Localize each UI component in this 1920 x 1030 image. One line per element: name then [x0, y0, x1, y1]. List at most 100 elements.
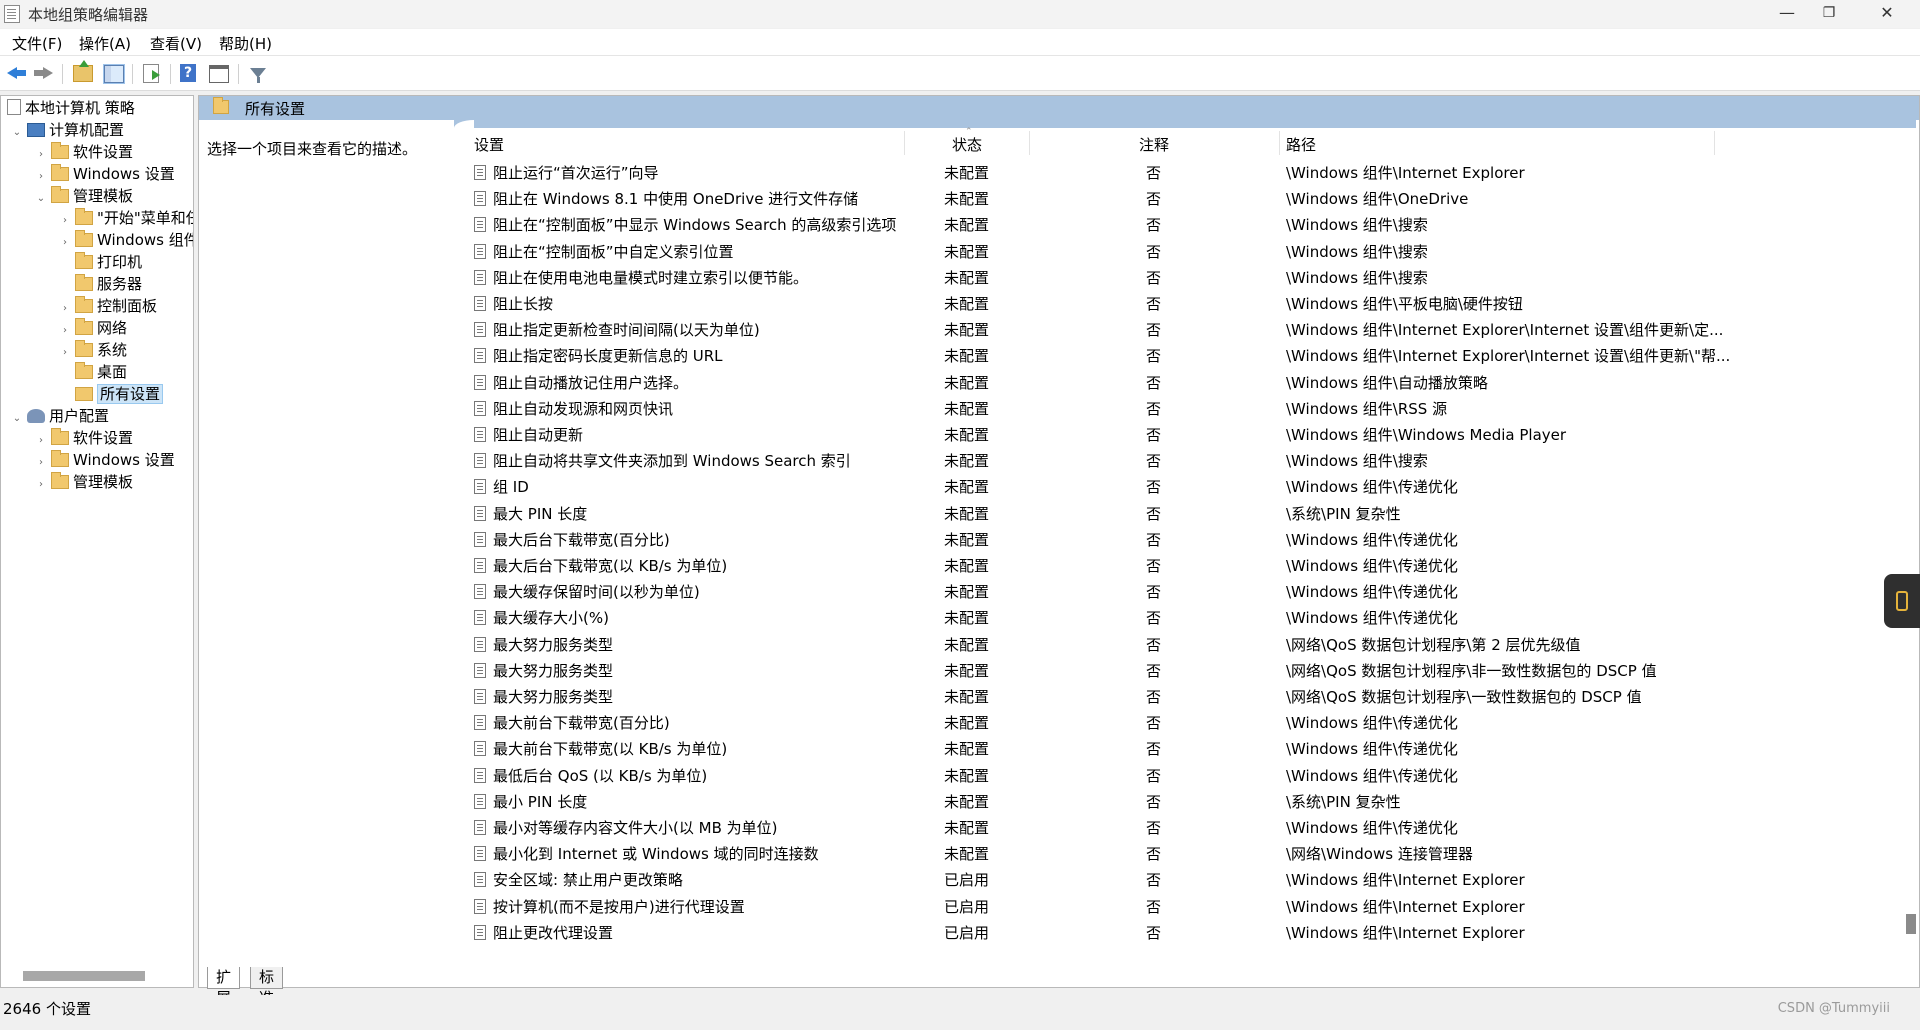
setting-name: 阻止在 Windows 8.1 中使用 OneDrive 进行文件存储 — [493, 190, 859, 209]
column-header-state[interactable]: 状态 — [952, 134, 982, 155]
tab-standard[interactable]: 标准 — [250, 967, 284, 1007]
table-row[interactable]: 阻止在“控制面板”中自定义索引位置 未配置 否 \Windows 组件\搜索 — [199, 239, 1899, 265]
forward-arrow-icon[interactable] — [33, 62, 55, 84]
list-vertical-scrollbar[interactable] — [1901, 128, 1919, 956]
tree-node-printers[interactable]: 打印机 — [59, 251, 142, 273]
tree-node-windows-components[interactable]: › Windows 组件 — [59, 229, 193, 251]
menu-file[interactable]: 文件(F) — [12, 33, 62, 54]
setting-name: 最大缓存保留时间(以秒为单位) — [493, 583, 700, 602]
tree-node-server[interactable]: 服务器 — [59, 273, 142, 295]
table-row[interactable]: 最大努力服务类型 未配置 否 \网络\QoS 数据包计划程序\第 2 层优先级值 — [199, 632, 1899, 658]
back-arrow-icon[interactable] — [5, 62, 27, 84]
column-divider[interactable] — [1279, 131, 1280, 155]
tree-node-system[interactable]: › 系统 — [59, 339, 127, 361]
table-row[interactable]: 最小 PIN 长度 未配置 否 \系统\PIN 复杂性 — [199, 789, 1899, 815]
table-row[interactable]: 最小化到 Internet 或 Windows 域的同时连接数 未配置 否 \网络\W… — [199, 841, 1899, 867]
table-row[interactable]: 阻止运行“首次运行”向导 未配置 否 \Windows 组件\Internet Exp… — [199, 160, 1899, 186]
settings-count: 2646 个设置 — [3, 1000, 91, 1018]
tree-node-user-windows-settings[interactable]: › Windows 设置 — [35, 449, 175, 471]
tree-node-start-menu[interactable]: › "开始"菜单和任 — [59, 207, 193, 229]
scrollbar-thumb[interactable] — [1906, 914, 1916, 934]
table-row[interactable]: 最大前台下载带宽(百分比) 未配置 否 \Windows 组件\传递优化 — [199, 710, 1899, 736]
expand-chevron-icon[interactable]: › — [35, 474, 47, 496]
menu-help[interactable]: 帮助(H) — [219, 33, 272, 54]
setting-comment: 否 — [1146, 321, 1162, 340]
tree-horizontal-scrollbar[interactable] — [1, 963, 193, 987]
collapse-chevron-icon[interactable]: ⌄ — [11, 122, 23, 144]
export-list-icon[interactable] — [143, 64, 160, 83]
setting-path: \Windows 组件\传递优化 — [1286, 766, 1458, 785]
table-row[interactable]: 组 ID 未配置 否 \Windows 组件\传递优化 — [199, 474, 1899, 500]
column-header-setting[interactable]: 设置 — [474, 134, 504, 155]
tree-node-desktop[interactable]: 桌面 — [59, 361, 127, 383]
pane-title: 所有设置 — [245, 100, 306, 118]
table-row[interactable]: 最大缓存大小(%) 未配置 否 \Windows 组件\传递优化 — [199, 605, 1899, 631]
table-row[interactable]: 最大前台下载带宽(以 KB/s 为单位) 未配置 否 \Windows 组件\传递优化 — [199, 736, 1899, 762]
tree-node-software-settings[interactable]: › 软件设置 — [35, 141, 133, 163]
table-row[interactable]: 最大努力服务类型 未配置 否 \网络\QoS 数据包计划程序\一致性数据包的 DSCP… — [199, 684, 1899, 710]
setting-path: \Windows 组件\Internet Explorer\Internet 设… — [1286, 321, 1724, 340]
tree-node-user-admin-templates[interactable]: › 管理模板 — [35, 471, 133, 493]
tree-node-all-settings[interactable]: 所有设置 — [59, 383, 164, 405]
table-row[interactable]: 最小对等缓存内容文件大小(以 MB 为单位) 未配置 否 \Windows 组件\传递… — [199, 815, 1899, 841]
setting-path: \Windows 组件\Internet Explorer — [1286, 897, 1525, 916]
folder-icon — [75, 318, 93, 335]
table-row[interactable]: 阻止指定密码长度更新信息的 URL 未配置 否 \Windows 组件\Interne… — [199, 343, 1899, 369]
column-divider[interactable] — [904, 131, 905, 155]
filter-icon[interactable] — [248, 62, 270, 84]
collapse-chevron-icon[interactable]: ⌄ — [11, 408, 23, 430]
tree-node-control-panel[interactable]: › 控制面板 — [59, 295, 157, 317]
collapse-chevron-icon[interactable]: ⌄ — [35, 188, 47, 210]
tree-node-root[interactable]: 本地计算机 策略 — [3, 97, 135, 119]
table-row[interactable]: 阻止自动将共享文件夹添加到 Windows Search 索引 未配置 否 \Wind… — [199, 448, 1899, 474]
setting-state: 未配置 — [944, 190, 990, 209]
table-row[interactable]: 最大后台下载带宽(以 KB/s 为单位) 未配置 否 \Windows 组件\传递优化 — [199, 553, 1899, 579]
tree-node-user-config[interactable]: ⌄ 用户配置 — [11, 405, 109, 427]
menu-view[interactable]: 查看(V) — [150, 33, 202, 54]
tree-node-admin-templates[interactable]: ⌄ 管理模板 — [35, 185, 133, 207]
help-icon[interactable]: ? — [180, 64, 196, 82]
minimize-button[interactable]: — — [1764, 0, 1810, 28]
table-row[interactable]: 安全区域: 禁止用户更改策略 已启用 否 \Windows 组件\Internet E… — [199, 867, 1899, 893]
close-button[interactable]: ✕ — [1864, 0, 1910, 28]
side-widget-icon[interactable] — [1884, 574, 1920, 628]
table-row[interactable]: 阻止在使用电池电量模式时建立索引以便节能。 未配置 否 \Windows 组件\搜索 — [199, 265, 1899, 291]
table-row[interactable]: 阻止自动播放记住用户选择。 未配置 否 \Windows 组件\自动播放策略 — [199, 370, 1899, 396]
folder-icon — [75, 340, 93, 357]
scrollbar-thumb[interactable] — [23, 971, 145, 981]
setting-state: 未配置 — [944, 478, 990, 497]
table-row[interactable]: 阻止指定更新检查时间间隔(以天为单位) 未配置 否 \Windows 组件\Inter… — [199, 317, 1899, 343]
restore-button[interactable]: ❐ — [1806, 0, 1852, 28]
properties-icon[interactable] — [209, 65, 229, 83]
setting-state: 未配置 — [944, 635, 990, 654]
setting-path: \Windows 组件\搜索 — [1286, 216, 1428, 235]
tree-node-computer-config[interactable]: ⌄ 计算机配置 — [11, 119, 124, 141]
show-hide-console-tree-icon[interactable] — [103, 64, 125, 84]
table-row[interactable]: 最大缓存保留时间(以秒为单位) 未配置 否 \Windows 组件\传递优化 — [199, 579, 1899, 605]
column-divider[interactable] — [1714, 131, 1715, 155]
table-row[interactable]: 按计算机(而不是按用户)进行代理设置 已启用 否 \Windows 组件\Intern… — [199, 894, 1899, 920]
table-row[interactable]: 最低后台 QoS (以 KB/s 为单位) 未配置 否 \Windows 组件\传递优… — [199, 763, 1899, 789]
column-divider[interactable] — [1029, 131, 1030, 155]
table-row[interactable]: 阻止在 Windows 8.1 中使用 OneDrive 进行文件存储 未配置 否 \… — [199, 186, 1899, 212]
table-row[interactable]: 阻止自动更新 未配置 否 \Windows 组件\Windows Media Play… — [199, 422, 1899, 448]
tree-node-network[interactable]: › 网络 — [59, 317, 127, 339]
menu-action[interactable]: 操作(A) — [79, 33, 131, 54]
setting-name: 组 ID — [493, 478, 529, 497]
setting-state: 未配置 — [944, 819, 990, 837]
table-row[interactable]: 最大 PIN 长度 未配置 否 \系统\PIN 复杂性 — [199, 501, 1899, 527]
column-header-comment[interactable]: 注释 — [1139, 134, 1169, 155]
up-one-level-icon[interactable] — [73, 60, 93, 82]
column-header-path[interactable]: 路径 — [1286, 134, 1316, 155]
policy-setting-icon — [474, 505, 486, 521]
table-row[interactable]: 最大后台下载带宽(百分比) 未配置 否 \Windows 组件\传递优化 — [199, 527, 1899, 553]
table-row[interactable]: 阻止在“控制面板”中显示 Windows Search 的高级索引选项 未配置 否 \… — [199, 212, 1899, 238]
tree-node-windows-settings[interactable]: › Windows 设置 — [35, 163, 175, 185]
setting-name: 阻止指定更新检查时间间隔(以天为单位) — [493, 321, 760, 340]
table-row[interactable]: 阻止更改代理设置 已启用 否 \Windows 组件\Internet Explore… — [199, 920, 1899, 946]
tab-extended[interactable]: 扩展 — [207, 967, 241, 1007]
table-row[interactable]: 阻止长按 未配置 否 \Windows 组件\平板电脑\硬件按钮 — [199, 291, 1899, 317]
table-row[interactable]: 阻止自动发现源和网页快讯 未配置 否 \Windows 组件\RSS 源 — [199, 396, 1899, 422]
table-row[interactable]: 最大努力服务类型 未配置 否 \网络\QoS 数据包计划程序\非一致性数据包的 DSC… — [199, 658, 1899, 684]
tree-node-user-software-settings[interactable]: › 软件设置 — [35, 427, 133, 449]
